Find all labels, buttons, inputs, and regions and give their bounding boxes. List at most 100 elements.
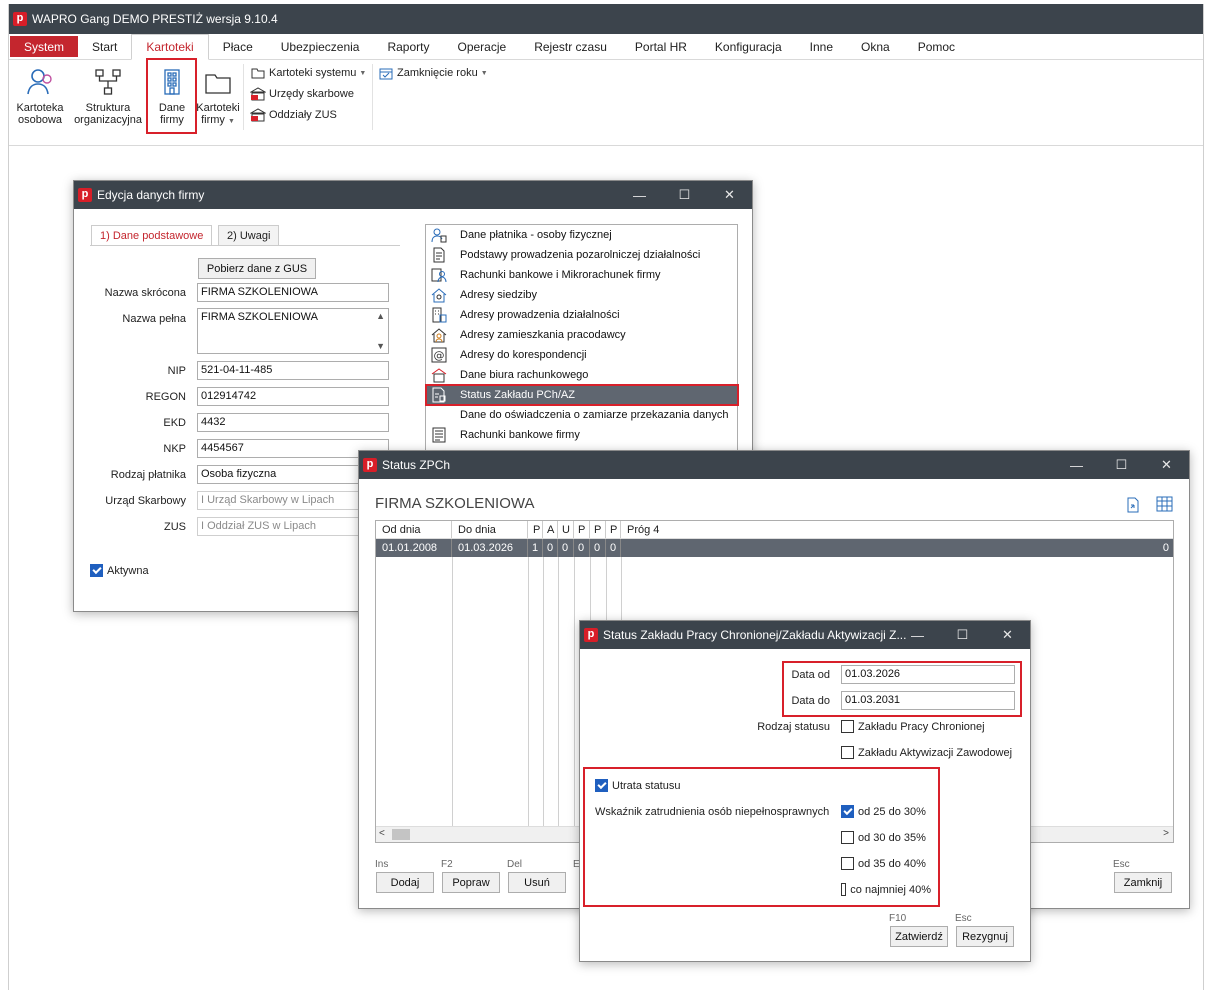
maximize-icon[interactable]: ☐ (940, 621, 985, 649)
wskaznik-30-35-checkbox[interactable]: od 30 do 35% (841, 831, 926, 844)
cell-p4: 0 (606, 539, 621, 557)
tab-uwagi[interactable]: 2) Uwagi (218, 225, 280, 245)
wskaznik-25-30-checkbox[interactable]: od 25 do 30% (841, 805, 926, 818)
zamknij-button[interactable]: Zamknij (1114, 872, 1172, 893)
list-item[interactable]: Dane do oświadczenia o zamiarze przekaza… (426, 405, 737, 425)
list-item[interactable]: Adresy siedziby (426, 285, 737, 305)
close-icon[interactable]: ✕ (1144, 451, 1189, 479)
maximize-icon[interactable]: ☐ (662, 181, 707, 209)
list-item[interactable]: Adresy zamieszkania pracodawcy (426, 325, 737, 345)
struktura-organizacyjna-button[interactable]: Struktura organizacyjna (72, 62, 144, 126)
oddzialy-zus-button[interactable]: Oddziały ZUS (250, 108, 337, 122)
nazwa-skrocona-field[interactable]: FIRMA SZKOLENIOWA (197, 283, 389, 302)
menu-operacje[interactable]: Operacje (444, 34, 521, 59)
minimize-icon[interactable]: — (1054, 451, 1099, 479)
menu-kartoteki[interactable]: Kartoteki (131, 34, 209, 60)
menu-rejestr-czasu[interactable]: Rejestr czasu (520, 34, 621, 59)
zus-label: ZUS (164, 521, 186, 533)
folder-small-icon (250, 66, 266, 80)
table-row[interactable]: 01.01.2008 01.03.2026 1 0 0 0 0 0 0 (376, 539, 1173, 557)
app-logo-icon: p (13, 12, 27, 26)
minimize-icon[interactable]: — (895, 621, 940, 649)
urzedy-skarbowe-button[interactable]: Urzędy skarbowe (250, 87, 354, 101)
zaz-checkbox[interactable]: Zakładu Aktywizacji Zawodowej (841, 746, 1012, 759)
export-doc-icon[interactable] (1125, 496, 1141, 517)
table-view-icon[interactable] (1156, 496, 1173, 515)
list-item[interactable]: @ Adresy do korespondencji (426, 345, 737, 365)
tab-dane-podstawowe[interactable]: 1) Dane podstawowe (91, 225, 213, 245)
zpch-checkbox[interactable]: Zakładu Pracy Chronionej (841, 720, 985, 733)
col-a[interactable]: A (543, 521, 558, 538)
wskaznik-label: Wskaźnik zatrudnienia osób niepełnospraw… (595, 806, 830, 818)
kartoteki-firmy-button[interactable]: Kartoteki firmy ▼ (196, 62, 240, 128)
menu-inne[interactable]: Inne (796, 34, 847, 59)
wskaznik-40-checkbox[interactable]: co najmniej 40% (841, 883, 931, 896)
list-item[interactable]: Rachunki bankowe firmy (426, 425, 737, 445)
pobierz-z-gus-button[interactable]: Pobierz dane z GUS (198, 258, 316, 279)
oddzialy-zus-label: Oddziały ZUS (269, 109, 337, 121)
menu-okna[interactable]: Okna (847, 34, 904, 59)
data-od-field[interactable]: 01.03.2026 (841, 665, 1015, 684)
scroll-down-icon[interactable]: ▼ (376, 341, 385, 351)
col-p3[interactable]: P (590, 521, 606, 538)
list-item[interactable]: Podstawy prowadzenia pozarolniczej dział… (426, 245, 737, 265)
maximize-icon[interactable]: ☐ (1099, 451, 1144, 479)
menu-start[interactable]: Start (78, 34, 131, 59)
list-item-label: Adresy do korespondencji (460, 349, 587, 361)
wskaznik-35-40-check-icon (841, 857, 854, 870)
menu-system[interactable]: System (10, 36, 79, 57)
zatwierdz-button[interactable]: Zatwierdź (890, 926, 948, 947)
col-prog-4[interactable]: Próg 4 (621, 521, 1173, 538)
col-p1[interactable]: P (528, 521, 543, 538)
kartoteki-systemu-button[interactable]: Kartoteki systemu ▼ (250, 66, 366, 80)
zaz-check-icon (841, 746, 854, 759)
list-item[interactable]: Dane biura rachunkowego (426, 365, 737, 385)
col-p2[interactable]: P (574, 521, 590, 538)
nip-field[interactable]: 521-04-11-485 (197, 361, 389, 380)
wskaznik-35-40-checkbox[interactable]: od 35 do 40% (841, 857, 926, 870)
wskaznik-30-35-check-icon (841, 831, 854, 844)
zatwierdz-hotkey: F10 (889, 913, 907, 924)
rezygnuj-button[interactable]: Rezygnuj (956, 926, 1014, 947)
list-item[interactable]: Dane płatnika - osoby fizycznej (426, 225, 737, 245)
scrollbar-thumb[interactable] (392, 829, 410, 840)
list-item[interactable]: Adresy prowadzenia działalności (426, 305, 737, 325)
scroll-left-icon[interactable]: < (379, 828, 385, 839)
dane-firmy-button[interactable]: Dane firmy (148, 62, 196, 126)
menu-raporty[interactable]: Raporty (373, 34, 443, 59)
menu-konfiguracja[interactable]: Konfiguracja (701, 34, 796, 59)
usun-button[interactable]: Usuń (508, 872, 566, 893)
kartoteka-osobowa-button[interactable]: Kartoteka osobowa (12, 62, 68, 126)
kartoteki-firmy-label-2: firmy ▼ (201, 114, 235, 126)
cell-a: 0 (543, 539, 558, 557)
col-p4[interactable]: P (606, 521, 621, 538)
data-do-field[interactable]: 01.03.2031 (841, 691, 1015, 710)
wskaznik-25-30-check-icon (841, 805, 854, 818)
nazwa-pelna-field[interactable]: FIRMA SZKOLENIOWA ▲ ▼ (197, 308, 389, 354)
zamkniecie-roku-button[interactable]: Zamknięcie roku ▼ (378, 66, 488, 80)
list-item-selected[interactable]: Status Zakładu PCh/AZ (426, 385, 737, 405)
col-u[interactable]: U (558, 521, 574, 538)
minimize-icon[interactable]: — (617, 181, 662, 209)
wskaznik-30-35-label: od 30 do 35% (858, 831, 926, 844)
close-icon[interactable]: ✕ (985, 621, 1030, 649)
regon-field[interactable]: 012914742 (197, 387, 389, 406)
popraw-button[interactable]: Popraw (442, 872, 500, 893)
aktywna-checkbox[interactable]: Aktywna (90, 564, 149, 577)
nkp-label: NKP (163, 443, 186, 455)
dodaj-button[interactable]: Dodaj (376, 872, 434, 893)
menu-place[interactable]: Płace (209, 34, 267, 59)
nazwa-skrocona-label: Nazwa skrócona (104, 287, 186, 299)
menu-ubezpieczenia[interactable]: Ubezpieczenia (267, 34, 374, 59)
ekd-field[interactable]: 4432 (197, 413, 389, 432)
scroll-right-icon[interactable]: > (1163, 828, 1169, 839)
scroll-up-icon[interactable]: ▲ (376, 311, 385, 321)
utrata-statusu-checkbox[interactable]: Utrata statusu (595, 779, 680, 792)
menu-pomoc[interactable]: Pomoc (904, 34, 969, 59)
menu-portal-hr[interactable]: Portal HR (621, 34, 701, 59)
col-do-dnia[interactable]: Do dnia (452, 521, 528, 538)
list-item[interactable]: Rachunki bankowe i Mikrorachunek firmy (426, 265, 737, 285)
zpch-window-title-bar: p Status ZPCh — ☐ ✕ (359, 451, 1189, 479)
col-od-dnia[interactable]: Od dnia (376, 521, 452, 538)
close-icon[interactable]: ✕ (707, 181, 752, 209)
